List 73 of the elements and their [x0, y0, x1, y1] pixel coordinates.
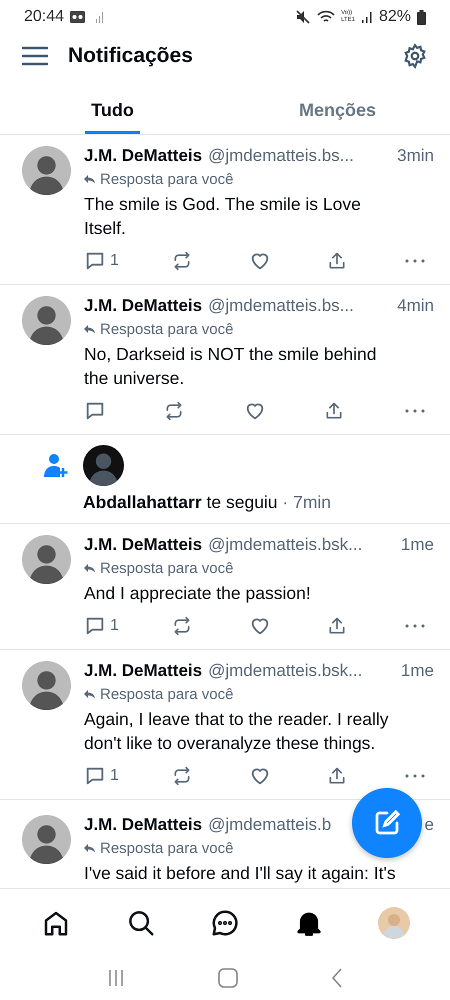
more-icon: [404, 623, 426, 629]
avatar[interactable]: [22, 535, 71, 584]
comment-icon: [84, 250, 106, 272]
post-time: 3min: [397, 146, 434, 166]
share-icon: [326, 251, 347, 271]
reply-context: Resposta para você: [100, 686, 234, 703]
author-name[interactable]: J.M. DeMatteis: [84, 296, 202, 316]
post-text: And I appreciate the passion!: [84, 582, 312, 605]
tab[interactable]: Menções: [292, 76, 382, 134]
battery-icon: [417, 10, 426, 24]
repost-icon: [164, 401, 184, 421]
menu-icon[interactable]: [22, 46, 48, 66]
avatar[interactable]: [22, 661, 71, 710]
repost-icon: [172, 766, 192, 786]
post-text: No, Darkseid is NOT the smile behind the universe.: [84, 343, 378, 390]
author-handle: @jmdematteis.bsk...: [208, 661, 362, 681]
author-name[interactable]: J.M. DeMatteis: [84, 146, 202, 166]
page-title: Notificações: [68, 44, 193, 68]
more-icon: [404, 408, 426, 414]
signal-icon: [360, 10, 373, 24]
reply-button[interactable]: 1: [84, 765, 119, 787]
post-time: e: [424, 815, 434, 835]
reply-arrow-icon: [84, 564, 95, 573]
repost-icon: [172, 616, 192, 636]
more-icon: [404, 258, 426, 264]
avatar[interactable]: [22, 296, 71, 345]
post-time: 1me: [400, 535, 434, 555]
share-icon: [324, 401, 344, 421]
author-handle: @jmdematteis.bs...: [208, 296, 354, 316]
reply-arrow-icon: [84, 175, 95, 184]
author-handle: @jmdematteis.b: [208, 815, 332, 835]
post-time: 4min: [397, 296, 434, 316]
battery-percent: 82%: [378, 8, 411, 26]
reply-arrow-icon: [84, 690, 95, 699]
avatar[interactable]: [22, 815, 71, 864]
follow-icon: [44, 452, 68, 478]
avatar[interactable]: [83, 445, 124, 486]
reply-context: Resposta para você: [100, 560, 234, 577]
voicemail-icon: [70, 11, 86, 23]
follow-notification-text: Abdallahattarr te seguiu · 7min: [83, 492, 332, 513]
comment-icon: [84, 765, 106, 787]
reply-button[interactable]: 1: [84, 615, 119, 637]
tab[interactable]: Tudo: [85, 76, 140, 134]
chat-icon[interactable]: [210, 908, 240, 938]
post-text: The smile is God. The smile is Love Itself.: [84, 193, 362, 240]
reply-context: Resposta para você: [100, 321, 234, 338]
post-time: 1me: [400, 661, 434, 681]
muted-icon: [295, 9, 312, 25]
back-icon[interactable]: [331, 968, 344, 988]
comment-icon: [84, 615, 106, 637]
avatar[interactable]: [22, 146, 71, 195]
comment-icon: [84, 400, 106, 422]
recent-apps-icon[interactable]: [106, 969, 125, 987]
home-button-icon[interactable]: [218, 968, 238, 988]
reply-button[interactable]: 1: [84, 250, 119, 272]
status-time: 20:44: [24, 8, 64, 26]
author-name[interactable]: J.M. DeMatteis: [84, 535, 202, 555]
author-name[interactable]: J.M. DeMatteis: [84, 661, 202, 681]
share-icon: [326, 616, 347, 636]
author-handle: @jmdematteis.bs...: [208, 146, 354, 166]
author-name[interactable]: J.M. DeMatteis: [84, 815, 202, 835]
settings-icon[interactable]: [402, 43, 428, 69]
reply-arrow-icon: [84, 325, 95, 334]
more-icon: [404, 773, 426, 779]
reply-arrow-icon: [84, 844, 95, 853]
repost-icon: [172, 251, 192, 271]
post-text: Again, I leave that to the reader. I really don't like to overanalyze these things.: [84, 708, 390, 755]
reply-context: Resposta para você: [100, 840, 234, 857]
post-text: I've said it before and I'll say it again: It's: [84, 862, 397, 885]
compose-button[interactable]: [352, 788, 422, 858]
author-handle: @jmdematteis.bsk...: [208, 535, 362, 555]
share-icon: [326, 766, 347, 786]
reply-context: Resposta para você: [100, 171, 234, 188]
